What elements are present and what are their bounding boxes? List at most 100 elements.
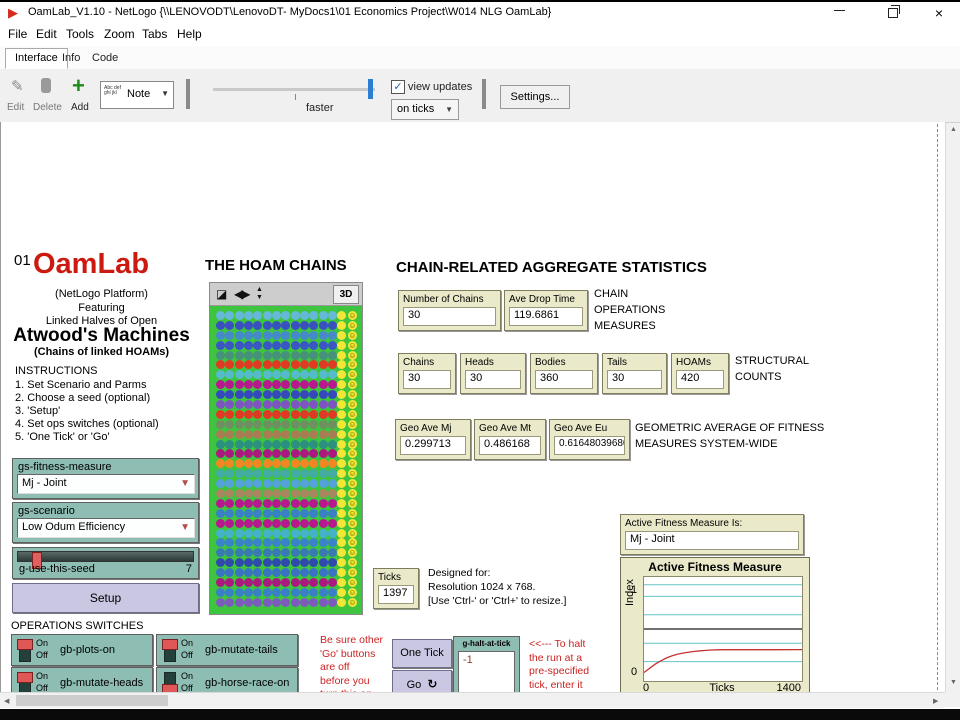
widget-type-value: Note xyxy=(127,88,150,100)
hoam-body-dot xyxy=(309,568,318,577)
tab-code[interactable]: Code xyxy=(92,52,118,64)
chooser-gs-scenario[interactable]: gs-scenario Low Odum Efficiency▼ xyxy=(12,502,199,543)
edit-tool-label[interactable]: Edit xyxy=(7,102,24,113)
hoam-body-dot xyxy=(272,449,281,458)
view-fit-icon[interactable]: ◪ xyxy=(216,287,227,301)
switch-slot xyxy=(19,639,31,662)
view-3d-button[interactable]: 3D xyxy=(333,285,359,304)
horizontal-scrollbar[interactable]: ◀ ▶ xyxy=(0,692,945,708)
vertical-scrollbar[interactable]: ▲ ▼ xyxy=(945,123,960,692)
menu-edit[interactable]: Edit xyxy=(36,27,57,41)
view-updates-checkbox[interactable]: ✓ xyxy=(391,80,405,94)
hoam-body-dot xyxy=(216,400,225,409)
hoam-body-dot xyxy=(328,440,337,449)
hoam-body-dot xyxy=(263,420,272,429)
menu-help[interactable]: Help xyxy=(177,27,202,41)
chooser-gs-fitness-measure[interactable]: gs-fitness-measure Mj - Joint▼ xyxy=(12,458,199,499)
tab-interface[interactable]: Interface xyxy=(5,48,68,69)
switch-knob[interactable] xyxy=(162,639,178,650)
slider-g-use-this-seed[interactable]: g-use-this-seed 7 xyxy=(12,547,199,579)
hoam-chain-row: ☺ xyxy=(216,360,358,369)
switch-knob[interactable] xyxy=(17,639,33,650)
menu-zoom[interactable]: Zoom xyxy=(104,27,135,41)
hoam-body-dot xyxy=(309,529,318,538)
menu-file[interactable]: File xyxy=(8,27,27,41)
update-mode-value: on ticks xyxy=(397,103,434,115)
hoam-body-dot xyxy=(244,311,253,320)
monitor-value: Mj - Joint xyxy=(625,531,799,550)
hoam-body-dot xyxy=(291,479,300,488)
hoam-body-dot xyxy=(300,380,309,389)
hoam-body-dot xyxy=(235,331,244,340)
scroll-down-icon[interactable]: ▼ xyxy=(950,679,957,686)
restore-button[interactable] xyxy=(876,2,910,24)
settings-button[interactable]: Settings... xyxy=(500,85,570,109)
widget-type-dropdown[interactable]: Abc defghi jkl Note ▼ xyxy=(100,81,174,109)
hoam-tail-dot xyxy=(337,341,346,350)
scroll-left-icon[interactable]: ◀ xyxy=(4,697,9,705)
hoam-body-dot xyxy=(263,331,272,340)
update-mode-dropdown[interactable]: on ticks ▼ xyxy=(391,99,459,120)
view-horizontal-arrows-icon[interactable]: ◀▶ xyxy=(234,287,248,301)
hoam-body-dot xyxy=(244,538,253,547)
hoam-body-dot xyxy=(216,469,225,478)
hoam-body-dot xyxy=(291,519,300,528)
menu-tabs[interactable]: Tabs xyxy=(142,27,167,41)
edit-icon[interactable]: ✎ xyxy=(11,77,24,95)
hoam-body-dot xyxy=(225,568,234,577)
hoam-body-dot xyxy=(272,380,281,389)
add-icon[interactable]: + xyxy=(72,73,85,99)
one-tick-button[interactable]: One Tick xyxy=(392,639,452,668)
hoam-body-dot xyxy=(281,499,290,508)
view-vertical-arrows-icon[interactable]: ▲▼ xyxy=(256,286,263,302)
delete-icon[interactable] xyxy=(41,78,51,93)
switch-knob[interactable] xyxy=(17,672,33,683)
minimize-button[interactable] xyxy=(822,2,856,24)
hoam-tail-dot xyxy=(337,459,346,468)
hoam-tail-dot xyxy=(337,499,346,508)
scroll-right-icon[interactable]: ▶ xyxy=(933,697,938,705)
hoam-body-dot xyxy=(328,568,337,577)
hoam-body-dot xyxy=(291,459,300,468)
monitor-value: 30 xyxy=(465,370,521,389)
tab-info[interactable]: Info xyxy=(62,52,80,64)
menu-tools[interactable]: Tools xyxy=(66,27,94,41)
hoam-body-dot xyxy=(281,489,290,498)
close-button[interactable]: × xyxy=(922,2,956,24)
horizontal-scrollbar-thumb[interactable] xyxy=(16,695,168,706)
world-view[interactable]: ◪ ◀▶ ▲▼ 3D ☺☺☺☺☺☺☺☺☺☺☺☺☺☺☺☺☺☺☺☺☺☺☺☺☺☺☺☺☺… xyxy=(209,282,363,615)
taskbar-edge xyxy=(0,709,960,720)
hoam-body-dot xyxy=(225,430,234,439)
operations-switches-title: OPERATIONS SWITCHES xyxy=(11,620,143,632)
slider-track[interactable] xyxy=(17,551,194,562)
delete-tool-label[interactable]: Delete xyxy=(33,102,62,113)
hoam-head-smiley: ☺ xyxy=(348,420,357,429)
switch-gb-plots-on[interactable]: OnOff gb-plots-on xyxy=(11,634,153,666)
input-value[interactable]: -1 xyxy=(458,651,515,698)
view-updates-label: view updates xyxy=(408,81,472,93)
setup-button[interactable]: Setup xyxy=(12,583,199,613)
switch-onoff-labels: OnOff xyxy=(36,637,48,661)
hoam-body-dot xyxy=(225,400,234,409)
hoam-body-dot xyxy=(216,380,225,389)
hoam-body-dot xyxy=(309,370,318,379)
plot-title: Active Fitness Measure xyxy=(621,560,809,574)
speed-slider-track[interactable] xyxy=(213,88,375,91)
hoam-body-dot xyxy=(253,449,262,458)
speed-slider-thumb[interactable] xyxy=(368,79,373,99)
hoam-body-dot xyxy=(244,459,253,468)
hoam-body-dot xyxy=(235,370,244,379)
add-tool-label[interactable]: Add xyxy=(71,102,89,113)
scroll-up-icon[interactable]: ▲ xyxy=(950,126,957,133)
hoam-body-dot xyxy=(291,489,300,498)
hoam-body-dot xyxy=(300,519,309,528)
toolbar-separator xyxy=(482,79,486,109)
hoam-body-dot xyxy=(281,449,290,458)
switch-gb-mutate-tails[interactable]: OnOff gb-mutate-tails xyxy=(156,634,298,666)
hoam-body-dot xyxy=(281,321,290,330)
hoam-tail-dot xyxy=(337,321,346,330)
hoam-head-smiley: ☺ xyxy=(348,519,357,528)
hoam-body-dot xyxy=(281,509,290,518)
designed-for-note: Designed for:Resolution 1024 x 768.[Use … xyxy=(428,566,566,608)
netlogo-window: ▶ OamLab_V1.10 - NetLogo {\\LENOVODT\Len… xyxy=(0,0,960,720)
